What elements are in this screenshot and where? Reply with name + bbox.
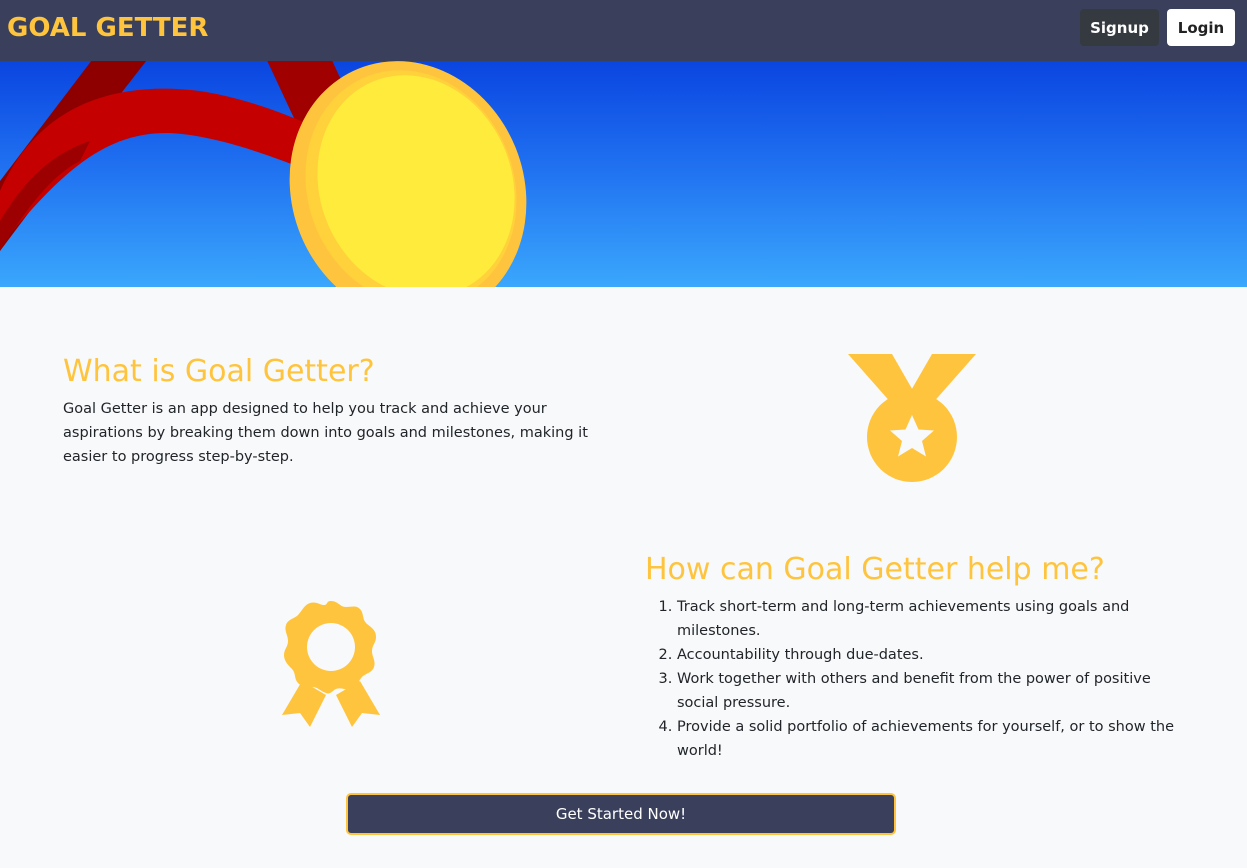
- award-ribbon-icon: [282, 601, 380, 727]
- hero-medal-illustration: [0, 61, 527, 287]
- help-heading: How can Goal Getter help me?: [645, 552, 1105, 587]
- medal-star-icon: [848, 354, 976, 482]
- list-item: Accountability through due-dates.: [677, 643, 1185, 667]
- about-heading: What is Goal Getter?: [63, 354, 375, 389]
- login-button[interactable]: Login: [1167, 9, 1235, 46]
- signup-button[interactable]: Signup: [1080, 9, 1159, 46]
- list-item: Track short-term and long-term achieveme…: [677, 595, 1185, 643]
- about-description: Goal Getter is an app designed to help y…: [63, 401, 588, 465]
- list-item: Provide a solid portfolio of achievement…: [677, 715, 1185, 763]
- features-list: Track short-term and long-term achieveme…: [645, 595, 1185, 763]
- brand-logo[interactable]: GOAL GETTER: [7, 10, 208, 46]
- list-item: Work together with others and benefit fr…: [677, 667, 1185, 715]
- hero-banner: [0, 61, 1247, 287]
- main-content: What is Goal Getter? Goal Getter is an a…: [0, 287, 1247, 868]
- get-started-button[interactable]: Get Started Now!: [346, 793, 896, 835]
- navbar: GOAL GETTER Signup Login: [0, 0, 1247, 61]
